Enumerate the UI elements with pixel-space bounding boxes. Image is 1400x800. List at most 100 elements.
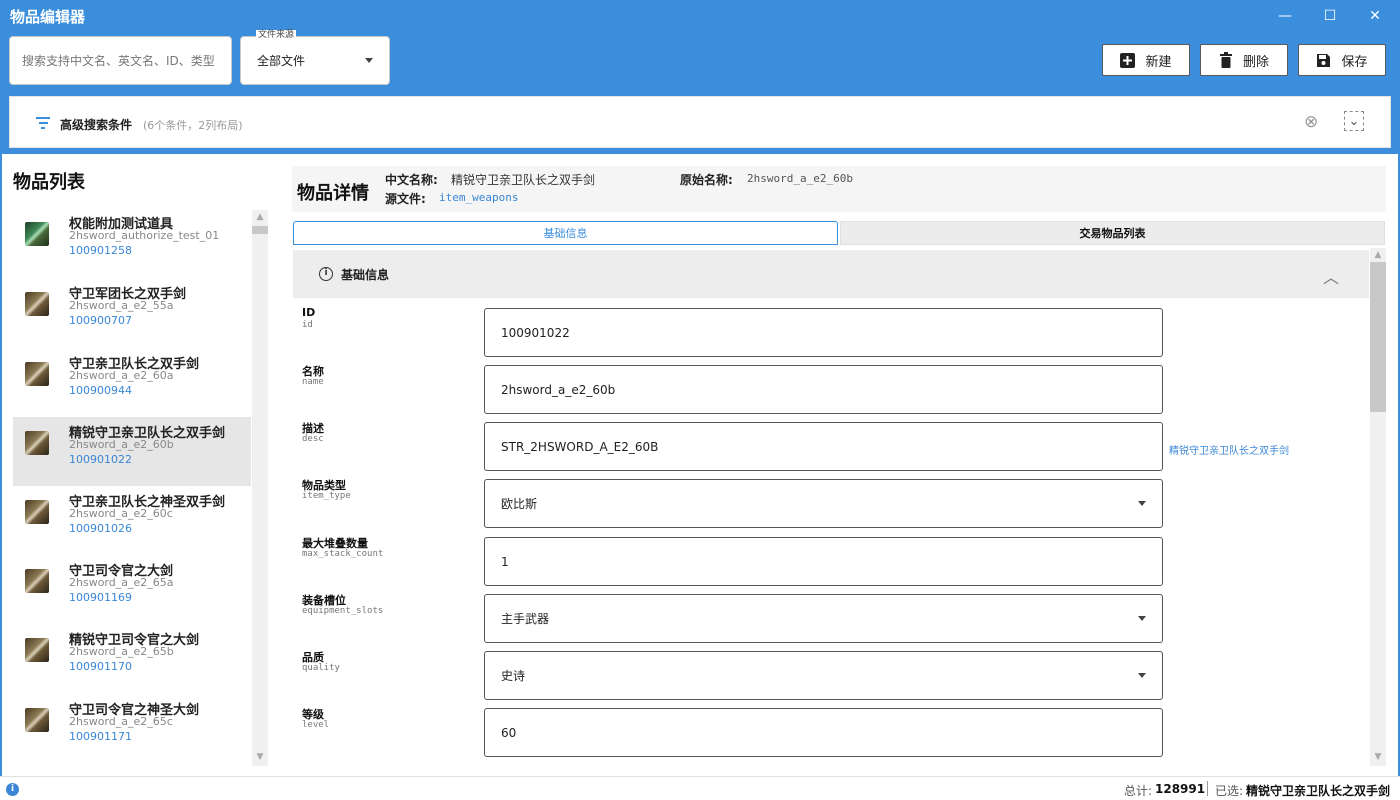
maximize-button[interactable]: ☐	[1307, 0, 1353, 32]
chevron-down-icon: ⌄	[1348, 113, 1360, 129]
expand-toggle[interactable]: ⌄	[1344, 111, 1364, 131]
desc-input[interactable]: STR_2HSWORD_A_E2_60B	[484, 422, 1163, 471]
id-input[interactable]: 100901022	[484, 308, 1163, 357]
tab-basic-info-label: 基础信息	[543, 227, 588, 240]
form-area: ID id 100901022 名称 name 2hsword_a_e2_60b…	[293, 298, 1369, 765]
field-row-max-stack: 最大堆叠数量 max_stack_count 1	[293, 527, 1369, 586]
scroll-down-icon[interactable]: ▼	[1370, 752, 1386, 762]
field-key: max_stack_count	[302, 549, 384, 559]
field-value: 史诗	[501, 669, 526, 683]
list-item[interactable]: 精锐守卫司令官之大剑 2hsword_a_e2_65b 100901170	[13, 624, 251, 693]
delete-button[interactable]: 删除	[1200, 44, 1288, 76]
cn-name-value: 精锐守卫亲卫队长之双手剑	[451, 173, 596, 187]
scroll-down-icon[interactable]: ▼	[252, 752, 268, 762]
window-title: 物品编辑器	[10, 8, 86, 26]
sword-icon	[25, 431, 49, 455]
cn-name-label: 中文名称:	[385, 173, 438, 187]
max-stack-input[interactable]: 1	[484, 537, 1163, 586]
field-key: equipment_slots	[302, 606, 384, 616]
desc-translation: 精锐守卫亲卫队长之双手剑	[1169, 446, 1289, 457]
tab-basic-info[interactable]: 基础信息	[293, 221, 838, 245]
name-input[interactable]: 2hsword_a_e2_60b	[484, 365, 1163, 414]
close-button[interactable]: ✕	[1352, 0, 1398, 32]
sword-icon	[25, 500, 49, 524]
chevron-up-icon[interactable]: ︿	[1323, 264, 1339, 288]
list-scroll-thumb[interactable]	[252, 226, 268, 234]
list-item[interactable]: 权能附加测试道具 2hsword_authorize_test_01 10090…	[13, 208, 251, 277]
item-type-select[interactable]: 欧比斯	[484, 479, 1163, 528]
advanced-search-hint: (6个条件，2列布局)	[143, 119, 243, 132]
item-id: 100901022	[69, 453, 132, 466]
total-label: 总计:	[1124, 784, 1153, 798]
item-code: 2hsword_a_e2_65b	[69, 645, 174, 658]
field-row-quality: 品质 quality 史诗	[293, 641, 1369, 700]
section-header[interactable]: i 基础信息 ︿	[293, 250, 1369, 298]
item-id: 100901169	[69, 591, 132, 604]
advanced-search-bar[interactable]: 高级搜索条件 (6个条件，2列布局) ⊗ ⌄	[9, 96, 1391, 148]
list-scrollbar[interactable]	[252, 210, 268, 766]
field-row-desc: 描述 desc STR_2HSWORD_A_E2_60B 精锐守卫亲卫队长之双手…	[293, 412, 1369, 471]
field-row-id: ID id 100901022	[293, 298, 1369, 357]
item-code: 2hsword_a_e2_65c	[69, 715, 173, 728]
field-key: quality	[302, 663, 340, 673]
field-value: 主手武器	[501, 612, 550, 626]
toolbar: 全部文件 文件来源 新建 删除 保存	[0, 30, 1400, 90]
list-item[interactable]: 守卫亲卫队长之双手剑 2hsword_a_e2_60a 100900944	[13, 348, 251, 417]
chevron-down-icon	[1138, 501, 1146, 506]
chevron-down-icon	[1138, 616, 1146, 621]
item-code: 2hsword_a_e2_60a	[69, 369, 174, 382]
source-file-label: 源文件:	[385, 192, 426, 206]
item-id: 100901170	[69, 660, 132, 673]
orig-name-value: 2hsword_a_e2_60b	[747, 172, 853, 185]
status-divider	[1207, 781, 1208, 796]
detail-title: 物品详情	[297, 183, 369, 204]
field-key: name	[302, 377, 324, 387]
scroll-up-icon[interactable]: ▲	[252, 212, 268, 222]
detail-scroll-thumb[interactable]	[1370, 262, 1386, 412]
field-value: 1	[501, 554, 509, 569]
sword-icon	[25, 569, 49, 593]
field-key: item_type	[302, 491, 351, 501]
search-box[interactable]	[9, 36, 232, 85]
sword-icon	[25, 708, 49, 732]
field-key: desc	[302, 434, 324, 444]
field-value: STR_2HSWORD_A_E2_60B	[501, 439, 659, 454]
field-value: 100901022	[501, 325, 570, 340]
add-icon	[1120, 52, 1136, 68]
list-item-selected[interactable]: 精锐守卫亲卫队长之双手剑 2hsword_a_e2_60b 100901022	[13, 417, 251, 486]
item-code: 2hsword_a_e2_60c	[69, 507, 173, 520]
source-legend: 文件来源	[256, 30, 297, 40]
field-key: id	[302, 320, 313, 330]
search-input[interactable]	[22, 53, 219, 68]
source-selected: 全部文件	[257, 54, 306, 68]
sword-icon	[25, 362, 49, 386]
item-list-title: 物品列表	[13, 172, 85, 193]
minimize-button[interactable]: —	[1262, 0, 1308, 32]
field-row-equipment-slots: 装备槽位 equipment_slots 主手武器	[293, 584, 1369, 643]
minimize-icon: —	[1278, 8, 1292, 24]
close-icon: ✕	[1369, 8, 1381, 24]
item-id: 100900944	[69, 384, 132, 397]
info-icon[interactable]: i	[6, 783, 19, 796]
item-id: 100901026	[69, 522, 132, 535]
clear-icon[interactable]: ⊗	[1304, 112, 1318, 132]
source-file-link[interactable]: item_weapons	[439, 191, 518, 204]
field-value: 欧比斯	[501, 497, 538, 511]
list-item[interactable]: 守卫司令官之神圣大剑 2hsword_a_e2_65c 100901171	[13, 694, 251, 763]
info-icon: i	[319, 267, 333, 281]
new-button[interactable]: 新建	[1102, 44, 1190, 76]
scroll-up-icon[interactable]: ▲	[1370, 250, 1386, 260]
equipment-slots-select[interactable]: 主手武器	[484, 594, 1163, 643]
maximize-icon: ☐	[1323, 8, 1337, 24]
quality-select[interactable]: 史诗	[484, 651, 1163, 700]
total-count: 128991	[1155, 782, 1206, 796]
tab-trade-list[interactable]: 交易物品列表	[840, 221, 1385, 245]
title-bar: 物品编辑器 — ☐ ✕	[0, 0, 1400, 32]
advanced-search-label: 高级搜索条件	[60, 118, 133, 132]
save-button[interactable]: 保存	[1298, 44, 1386, 76]
list-item[interactable]: 守卫亲卫队长之神圣双手剑 2hsword_a_e2_60c 100901026	[13, 486, 251, 555]
list-item[interactable]: 守卫军团长之双手剑 2hsword_a_e2_55a 100900707	[13, 278, 251, 347]
list-item[interactable]: 守卫司令官之大剑 2hsword_a_e2_65a 100901169	[13, 555, 251, 624]
source-select[interactable]: 全部文件	[240, 36, 390, 85]
level-input[interactable]: 60	[484, 708, 1163, 757]
